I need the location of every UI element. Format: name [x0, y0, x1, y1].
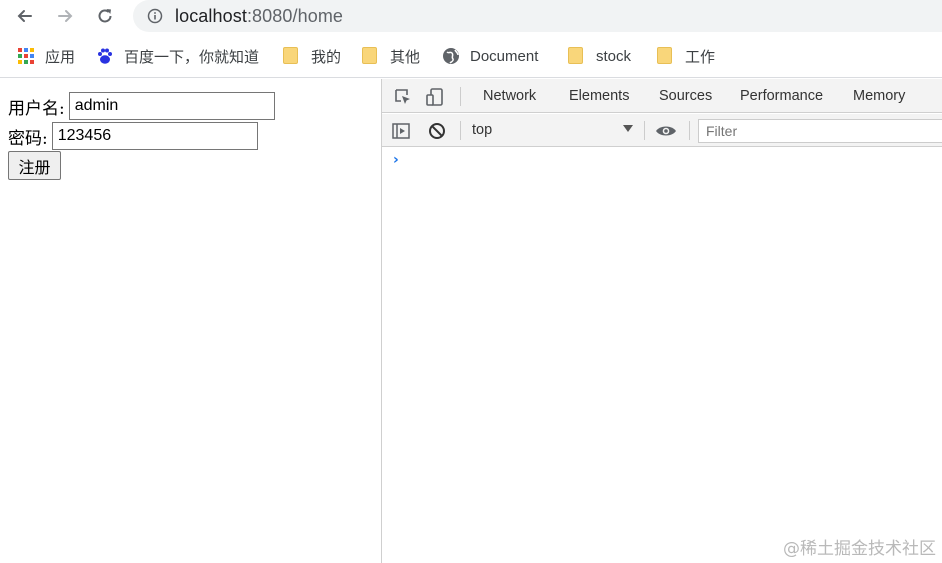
username-label: 用户名: [8, 98, 65, 119]
bookmark-label: 我的 [311, 48, 342, 66]
device-icon [426, 88, 443, 106]
folder-icon [568, 47, 583, 64]
url-path: :8080/home [246, 5, 344, 26]
tab-memory[interactable]: Memory [853, 88, 905, 104]
globe-icon [442, 47, 460, 65]
console-toolbar: top [382, 114, 942, 147]
bookmark-label: 其他 [390, 48, 421, 66]
arrow-right-icon [58, 10, 73, 22]
info-icon [147, 8, 163, 24]
back-button[interactable] [12, 4, 38, 28]
tab-performance[interactable]: Performance [740, 88, 823, 104]
toolbar-divider [689, 121, 690, 140]
forward-button[interactable] [52, 4, 78, 28]
bookmark-folder-stock[interactable]: stock [568, 45, 631, 67]
password-input[interactable] [51, 122, 258, 150]
bookmark-label: 百度一下，你就知道 [124, 48, 260, 66]
toolbar-divider [644, 121, 645, 140]
register-button[interactable]: 注册 [8, 151, 61, 180]
bookmarks-bar: 应用 百度一下，你就知道 我的 其他 Document stock 工作 [0, 34, 942, 78]
console-filter-input[interactable] [698, 119, 942, 143]
folder-icon [657, 47, 672, 64]
tab-elements[interactable]: Elements [569, 88, 629, 104]
dropdown-caret-icon [623, 125, 633, 132]
bookmark-folder-work[interactable]: 工作 [657, 45, 715, 67]
username-row: 用户名: [8, 92, 275, 120]
block-icon [429, 123, 445, 139]
toolbar-divider [460, 121, 461, 140]
tab-network[interactable]: Network [483, 88, 536, 104]
url-host: localhost [175, 5, 247, 26]
bookmark-baidu[interactable]: 百度一下，你就知道 [96, 45, 259, 67]
console-prompt[interactable]: › [393, 152, 399, 168]
toolbar-divider [460, 87, 461, 106]
apps-grid-icon [17, 47, 35, 65]
arrow-left-icon [17, 10, 32, 22]
page-content: 用户名: 密码: 注册 [0, 79, 381, 563]
bookmark-document[interactable]: Document [442, 45, 538, 67]
url-text: localhost:8080/home [175, 6, 343, 27]
inspect-cursor-icon [395, 89, 410, 104]
bookmark-apps[interactable]: 应用 [17, 45, 75, 67]
eye-icon [656, 126, 676, 136]
browser-toolbar: localhost:8080/home [0, 0, 942, 34]
device-toolbar-button[interactable] [424, 86, 446, 108]
clear-console-button[interactable] [426, 120, 448, 142]
reload-button[interactable] [92, 4, 118, 28]
address-bar[interactable]: localhost:8080/home [133, 0, 942, 32]
bookmark-label: 应用 [45, 48, 76, 66]
password-label: 密码: [8, 128, 48, 149]
folder-icon [362, 47, 377, 64]
inspect-element-button[interactable] [392, 86, 414, 108]
bookmark-folder-mine[interactable]: 我的 [283, 45, 341, 67]
live-expression-button[interactable] [655, 120, 677, 142]
tab-sources[interactable]: Sources [659, 88, 712, 104]
bookmark-label: stock [596, 47, 632, 65]
watermark: @稀土掘金技术社区 [783, 539, 936, 559]
bookmark-folder-other[interactable]: 其他 [362, 45, 420, 67]
devtools-tab-bar: Network Elements Sources Performance Mem… [382, 79, 942, 113]
password-row: 密码: [8, 122, 258, 150]
reload-icon [98, 9, 112, 23]
bookmark-label: 工作 [685, 48, 716, 66]
bookmark-label: Document [470, 47, 539, 65]
devtools-panel: Network Elements Sources Performance Mem… [381, 79, 942, 563]
folder-icon [283, 47, 298, 64]
sidebar-play-icon [392, 123, 410, 139]
username-input[interactable] [68, 92, 275, 120]
context-selector[interactable]: top [472, 122, 492, 138]
toggle-sidebar-button[interactable] [390, 120, 412, 142]
baidu-paw-icon [96, 47, 114, 65]
